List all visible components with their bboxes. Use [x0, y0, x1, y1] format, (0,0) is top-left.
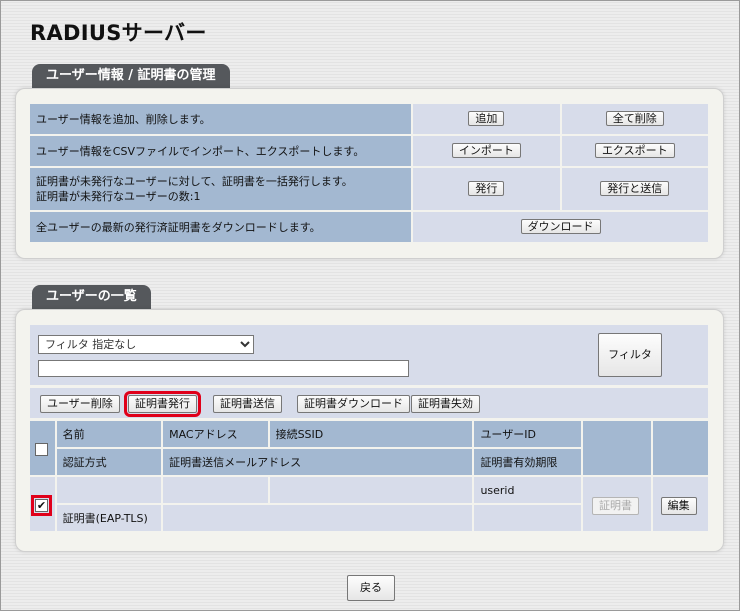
unissued-user-count: 証明書が未発行なユーザーの数:1 — [36, 190, 201, 203]
filter-select[interactable]: フィルタ 指定なし — [38, 335, 254, 354]
cell-ssid — [269, 477, 473, 503]
header-blank — [582, 421, 651, 475]
management-action-cell: 発行 — [413, 168, 560, 210]
select-all-cell — [30, 421, 55, 475]
column-header-expiry: 証明書有効期限 — [474, 449, 581, 475]
edit-button[interactable]: 編集 — [660, 497, 697, 515]
cell-auth: 証明書(EAP-TLS) — [56, 505, 162, 531]
management-action-cell: ダウンロード — [413, 212, 708, 242]
column-header-userid: ユーザーID — [474, 421, 581, 447]
download-certificate-button[interactable]: 証明書ダウンロード — [297, 395, 410, 413]
column-header-email: 証明書送信メールアドレス — [163, 449, 473, 475]
cell-userid: userid — [474, 477, 581, 503]
management-row: ユーザー情報を追加、削除します。 追加 全て削除 — [30, 104, 708, 134]
header-blank — [652, 421, 708, 475]
management-row: 証明書が未発行なユーザーに対して、証明書を一括発行します。 証明書が未発行なユー… — [30, 168, 708, 210]
column-header-auth: 認証方式 — [56, 449, 162, 475]
bulk-issue-button[interactable]: 発行 — [468, 181, 505, 196]
add-user-button[interactable]: 追加 — [468, 111, 505, 126]
cell-email — [163, 505, 473, 531]
management-row: 全ユーザーの最新の発行済証明書をダウンロードします。 ダウンロード — [30, 212, 708, 242]
management-section-tab: ユーザー情報 / 証明書の管理 — [32, 64, 230, 88]
issue-and-send-button[interactable]: 発行と送信 — [600, 181, 670, 196]
cell-name — [56, 477, 162, 503]
column-header-mac: MACアドレス — [163, 421, 268, 447]
column-header-name: 名前 — [56, 421, 162, 447]
send-certificate-button[interactable]: 証明書送信 — [213, 395, 282, 413]
user-list-section-tab: ユーザーの一覧 — [32, 285, 151, 309]
delete-all-button[interactable]: 全て削除 — [605, 111, 664, 126]
back-button[interactable]: 戻る — [347, 575, 395, 601]
table-row: ✔ userid 証明書 編集 — [30, 477, 708, 531]
revoke-certificate-button[interactable]: 証明書失効 — [411, 395, 480, 413]
column-header-ssid: 接続SSID — [269, 421, 473, 447]
download-all-button[interactable]: ダウンロード — [520, 219, 601, 234]
table-header-row: 名前 MACアドレス 接続SSID ユーザーID — [30, 421, 708, 475]
certificate-button[interactable]: 証明書 — [591, 497, 639, 515]
management-action-cell: 発行と送信 — [561, 168, 708, 210]
management-table: ユーザー情報を追加、削除します。 追加 全て削除 ユーザー情報をCSVファイルで… — [28, 102, 710, 244]
management-description: 全ユーザーの最新の発行済証明書をダウンロードします。 — [30, 212, 412, 242]
cell-mac — [163, 477, 268, 503]
delete-user-button[interactable]: ユーザー削除 — [40, 395, 120, 413]
filter-button[interactable]: フィルタ — [598, 333, 662, 377]
management-description: ユーザー情報をCSVファイルでインポート、エクスポートします。 — [30, 136, 412, 166]
user-table: 名前 MACアドレス 接続SSID ユーザーID 認証方式 証明書送信メールアド… — [28, 419, 710, 533]
cert-cell: 証明書 — [582, 477, 651, 531]
edit-cell: 編集 — [652, 477, 708, 531]
management-description: ユーザー情報を追加、削除します。 — [30, 104, 412, 134]
filter-text-input[interactable] — [38, 360, 409, 377]
issue-certificate-button[interactable]: 証明書発行 — [124, 391, 201, 417]
management-action-cell: 全て削除 — [561, 104, 708, 134]
cell-expiry — [474, 505, 581, 531]
row-checkbox[interactable]: ✔ — [31, 495, 52, 516]
page-title: RADIUSサーバー — [30, 21, 207, 45]
management-action-cell: インポート — [413, 136, 560, 166]
export-button[interactable]: エクスポート — [594, 143, 675, 158]
management-description: 証明書が未発行なユーザーに対して、証明書を一括発行します。 証明書が未発行なユー… — [30, 168, 412, 210]
issue-description: 証明書が未発行なユーザーに対して、証明書を一括発行します。 — [36, 175, 353, 188]
management-action-cell: 追加 — [413, 104, 560, 134]
select-all-checkbox[interactable] — [35, 443, 48, 456]
management-action-cell: エクスポート — [561, 136, 708, 166]
management-row: ユーザー情報をCSVファイルでインポート、エクスポートします。 インポート エク… — [30, 136, 708, 166]
import-button[interactable]: インポート — [451, 143, 521, 158]
row-select-cell: ✔ — [30, 477, 55, 531]
